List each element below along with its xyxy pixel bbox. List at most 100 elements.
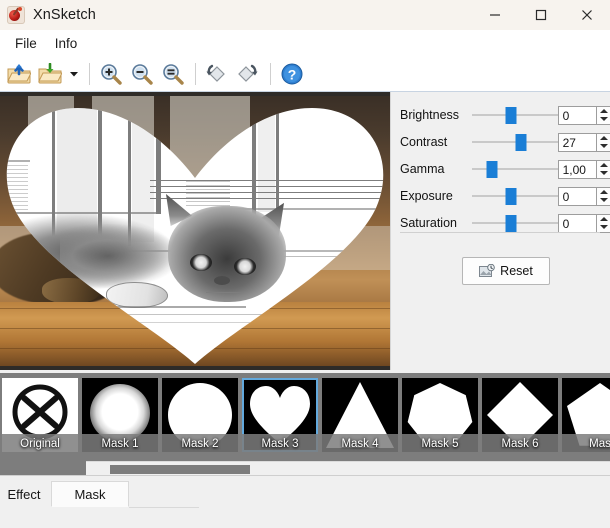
mask-thumb-2[interactable]: Mask 2 — [162, 378, 238, 452]
window-title: XnSketch — [33, 7, 96, 23]
tab-bar-filler — [129, 481, 199, 508]
minimize-button[interactable] — [472, 0, 518, 30]
mask-thumb-label: Mask 5 — [421, 438, 459, 450]
mask-thumb-label: Mask 4 — [341, 438, 379, 450]
brightness-input[interactable]: 0 — [557, 105, 598, 125]
title-bar: XnSketch — [0, 0, 610, 30]
saturation-stepper-down[interactable] — [597, 223, 610, 232]
contrast-slider[interactable] — [472, 132, 559, 152]
reset-button[interactable]: Reset — [462, 257, 550, 285]
saturation-slider-handle[interactable] — [505, 215, 517, 232]
contrast-stepper[interactable] — [597, 132, 610, 152]
reset-button-label: Reset — [500, 264, 533, 278]
xnsketch-window: XnSketch File Info ? Brightness 0 Contra… — [0, 0, 610, 528]
mask-thumb-4[interactable]: Mask 4 — [322, 378, 398, 452]
brightness-stepper[interactable] — [597, 105, 610, 125]
exposure-stepper-down[interactable] — [597, 196, 610, 205]
save-dropdown-button[interactable] — [66, 59, 82, 89]
brightness-stepper-up[interactable] — [597, 107, 610, 116]
help-button[interactable]: ? — [277, 59, 307, 89]
exposure-slider[interactable] — [472, 186, 559, 206]
panel-separator — [400, 232, 600, 233]
window-controls — [472, 0, 610, 30]
maximize-button[interactable] — [518, 0, 564, 30]
control-row-exposure: Exposure 0 — [391, 183, 610, 209]
contrast-stepper-up[interactable] — [597, 134, 610, 143]
gamma-value: 1,00 — [562, 162, 586, 177]
contrast-stepper-down[interactable] — [597, 142, 610, 151]
bottom-tab-bar: Effect Mask — [0, 475, 610, 528]
brightness-value: 0 — [562, 108, 570, 123]
tab-effect[interactable]: Effect — [0, 481, 48, 507]
exposure-slider-handle[interactable] — [505, 188, 517, 205]
exposure-stepper-up[interactable] — [597, 188, 610, 197]
arrow-down-icon — [599, 198, 608, 203]
mask-thumb-original[interactable]: Original — [2, 378, 78, 452]
saturation-input[interactable]: 0 — [557, 213, 598, 233]
toolbar: ? — [0, 56, 610, 92]
mask-thumb-5[interactable]: Mask 5 — [402, 378, 478, 452]
tab-mask[interactable]: Mask — [51, 481, 129, 507]
mask-thumb-label: Mask 2 — [181, 438, 219, 450]
saturation-value: 0 — [562, 216, 570, 231]
image-preview-canvas[interactable] — [0, 92, 390, 370]
arrow-down-icon — [599, 144, 608, 149]
saturation-stepper[interactable] — [597, 213, 610, 233]
close-button[interactable] — [564, 0, 610, 30]
mask-thumb-3[interactable]: Mask 3 — [242, 378, 318, 452]
gamma-slider-track — [472, 168, 559, 170]
gamma-slider-handle[interactable] — [486, 161, 498, 178]
mask-thumb-7[interactable]: Mas — [562, 378, 610, 452]
mask-thumb-1[interactable]: Mask 1 — [82, 378, 158, 452]
zoom-in-button[interactable] — [96, 59, 126, 89]
contrast-label: Contrast — [400, 135, 448, 149]
open-file-button[interactable] — [4, 59, 34, 89]
contrast-input[interactable]: 27 — [557, 132, 598, 152]
exposure-input[interactable]: 0 — [557, 186, 598, 206]
svg-text:?: ? — [288, 66, 297, 82]
arrow-down-icon — [599, 117, 608, 122]
mask-thumb-label: Mas — [589, 438, 610, 450]
mask-strip-scrollbar[interactable] — [86, 461, 610, 476]
brightness-slider[interactable] — [472, 105, 559, 125]
gamma-slider[interactable] — [472, 159, 559, 179]
arrow-up-icon — [599, 162, 608, 167]
mask-thumb-label: Original — [20, 438, 60, 450]
saturation-slider[interactable] — [472, 213, 559, 233]
gamma-stepper[interactable] — [597, 159, 610, 179]
contrast-slider-handle[interactable] — [515, 134, 527, 151]
scrollbar-thumb[interactable] — [110, 465, 250, 474]
brightness-slider-handle[interactable] — [505, 107, 517, 124]
folder-save-icon — [38, 62, 62, 83]
rotate-right-button[interactable] — [233, 59, 263, 89]
save-file-button[interactable] — [35, 59, 65, 89]
mask-thumb-label: Mask 3 — [261, 438, 299, 450]
menu-item-file[interactable]: File — [6, 33, 46, 54]
mask-thumb-label: Mask 6 — [501, 438, 539, 450]
contrast-value: 27 — [562, 135, 576, 150]
chevron-down-icon — [70, 71, 78, 76]
question-circle-icon: ? — [281, 63, 303, 84]
menu-item-info[interactable]: Info — [46, 33, 87, 54]
exposure-stepper[interactable] — [597, 186, 610, 206]
menu-bar: File Info — [0, 30, 610, 56]
gamma-stepper-up[interactable] — [597, 161, 610, 170]
tab-effect-label: Effect — [7, 486, 41, 502]
saturation-stepper-up[interactable] — [597, 215, 610, 224]
adjustments-panel: Brightness 0 Contrast 27 Gamma 1,00 Expo… — [390, 92, 610, 370]
folder-open-icon — [7, 63, 31, 83]
arrow-up-icon — [599, 108, 608, 113]
rotate-left-button[interactable] — [202, 59, 232, 89]
mask-thumb-6[interactable]: Mask 6 — [482, 378, 558, 452]
brightness-stepper-down[interactable] — [597, 115, 610, 124]
zoom-fit-button[interactable] — [158, 59, 188, 89]
exposure-label: Exposure — [400, 189, 453, 203]
mask-thumb-label: Mask 1 — [101, 438, 139, 450]
zoom-out-button[interactable] — [127, 59, 157, 89]
gamma-stepper-down[interactable] — [597, 169, 610, 178]
mask-thumbnail-strip[interactable]: Original Mask 1 Mask 2 Mask 3 Mask 4 Mas… — [0, 373, 610, 475]
gamma-input[interactable]: 1,00 — [557, 159, 598, 179]
toolbar-separator-2 — [195, 62, 196, 85]
mask-thumbnail-list: Original Mask 1 Mask 2 Mask 3 Mask 4 Mas… — [2, 378, 610, 452]
arrow-down-icon — [599, 225, 608, 230]
